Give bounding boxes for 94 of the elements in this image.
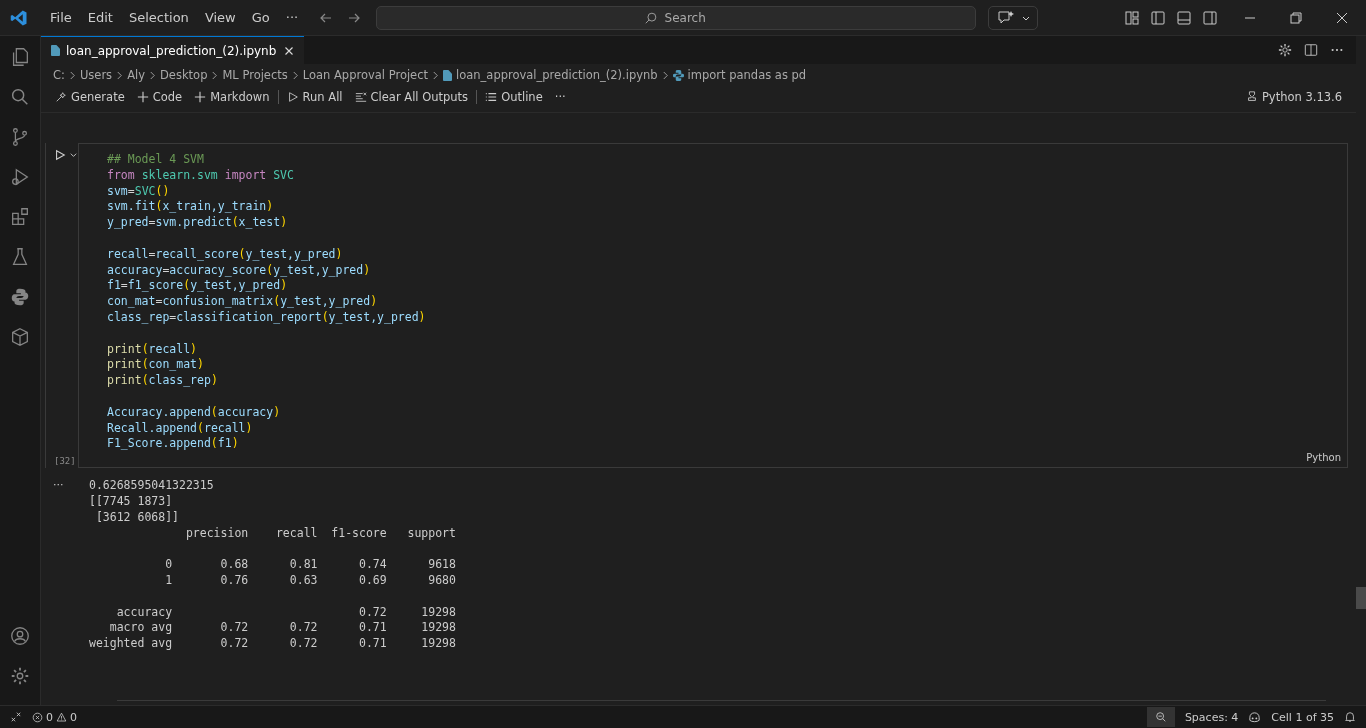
code-line: con_mat=confusion_matrix(y_test,y_pred)	[107, 294, 378, 309]
tab-label: loan_approval_prediction_(2).ipynb	[66, 43, 277, 58]
clear-list-icon	[354, 91, 367, 103]
code-line: class_rep=classification_report(y_test,y_pred)	[107, 309, 426, 324]
breadcrumb-item[interactable]: C:	[53, 68, 65, 82]
chat-button[interactable]	[988, 5, 1039, 30]
settings-icon[interactable]	[9, 665, 31, 687]
editor-tab[interactable]: loan_approval_prediction_(2).ipynb	[41, 36, 305, 64]
plus-icon	[194, 91, 207, 103]
bell-icon[interactable]	[1344, 711, 1356, 723]
secondary-sidebar-icon[interactable]	[1202, 9, 1218, 26]
code-line: Accuracy.append(accuracy)	[107, 404, 281, 419]
execution-count: [32]	[54, 456, 77, 467]
breadcrumb-item[interactable]: import pandas as pd	[687, 68, 807, 82]
breadcrumb-item[interactable]: Desktop	[160, 68, 208, 82]
plus-icon	[136, 91, 149, 103]
breadcrumb-item[interactable]: Loan Approval Project	[302, 68, 429, 82]
scrollbar-thumb[interactable]	[1356, 587, 1366, 609]
breadcrumb-item[interactable]: Users	[79, 68, 113, 82]
chevron-icon	[291, 70, 299, 80]
vscode-logo-icon	[10, 8, 28, 27]
code-cell[interactable]	[78, 143, 1348, 469]
menu-item[interactable]: Selection	[120, 10, 197, 25]
extensions-icon[interactable]	[9, 206, 31, 228]
code-line: print(class_rep)	[107, 373, 218, 388]
toolbar-button[interactable]: Markdown	[188, 88, 276, 106]
chevron-icon	[661, 70, 669, 80]
code-line: f1=f1_score(y_test,y_pred)	[107, 278, 288, 293]
menu-item[interactable]: File	[42, 10, 80, 25]
output-line: 1 0.76 0.63 0.69 9680	[164, 572, 456, 587]
layout-icon[interactable]	[1124, 9, 1140, 26]
code-line: print(recall)	[107, 341, 198, 356]
zoom-out-icon[interactable]	[1146, 707, 1175, 727]
code-line: ## Model 4 SVM	[107, 152, 204, 166]
output-line: 0 0.68 0.81 0.74 9618	[164, 557, 456, 572]
output-line: [3612 6068]]	[94, 509, 179, 524]
problems-indicator[interactable]: 0 0	[32, 710, 77, 724]
box-icon[interactable]	[9, 326, 31, 348]
menu-item[interactable]: Go	[243, 10, 278, 25]
panel-toggle-icon[interactable]	[1176, 9, 1192, 26]
list-icon	[485, 91, 498, 103]
breadcrumb-item[interactable]: ML Projects	[222, 68, 288, 82]
run-cell-icon[interactable]	[54, 149, 66, 161]
menu-item[interactable]: ···	[277, 10, 307, 25]
cell-language[interactable]: Python	[1306, 452, 1341, 464]
chevron-icon	[116, 70, 124, 80]
account-icon[interactable]	[9, 625, 31, 647]
chevron-icon	[68, 70, 76, 80]
output-menu[interactable]: ···	[53, 478, 89, 652]
toolbar-button[interactable]: Code	[130, 88, 189, 106]
indentation-status[interactable]: Spaces: 4	[1184, 710, 1239, 724]
python-icon	[672, 69, 684, 81]
more-button[interactable]: ···	[548, 88, 572, 106]
kernel-button[interactable]: Python 3.13.6	[1239, 88, 1348, 106]
output-line: precision recall f1-score support	[184, 525, 456, 540]
code-line: recall=recall_score(y_test,y_pred)	[107, 246, 343, 261]
output-line: 0.6268595041322315	[89, 478, 214, 493]
output-line: [[7745 1873]	[89, 493, 173, 508]
python-icon[interactable]	[9, 286, 31, 308]
output-line: weighted avg 0.72 0.72 0.71 19298	[89, 636, 456, 651]
chevron-icon	[432, 70, 440, 80]
toolbar-button[interactable]: Clear All Outputs	[348, 88, 475, 106]
search-icon	[644, 10, 659, 25]
menu-item[interactable]: Edit	[79, 10, 121, 25]
search-icon[interactable]	[9, 86, 31, 108]
chevron-icon	[149, 70, 156, 80]
search-field[interactable]: Search	[376, 5, 977, 30]
code-line: from sklearn.svm import SVC	[107, 167, 294, 182]
run-debug-icon[interactable]	[9, 166, 31, 188]
breadcrumb-item[interactable]: loan_approval_prediction_(2).ipynb	[456, 68, 658, 82]
breadcrumb-item[interactable]: Aly	[127, 68, 145, 82]
play-icon	[286, 91, 299, 103]
menu-item[interactable]: View	[196, 10, 244, 25]
chevron-down-icon[interactable]	[69, 150, 78, 160]
code-line: accuracy=accuracy_score(y_test,y_pred)	[107, 262, 371, 277]
restore-icon[interactable]	[1288, 9, 1304, 26]
code-line: print(con_mat)	[107, 357, 204, 372]
notebook-file-icon	[443, 69, 453, 81]
code-line: Recall.append(recall)	[107, 420, 253, 435]
toolbar-button[interactable]: Outline	[479, 88, 549, 106]
toolbar-button[interactable]: Generate	[49, 88, 131, 106]
split-editor-icon[interactable]	[1304, 43, 1318, 57]
settings-icon[interactable]	[1278, 43, 1292, 57]
toolbar-button[interactable]: Run All	[280, 88, 349, 106]
cell-position-status[interactable]: Cell 1 of 35	[1271, 710, 1334, 724]
output-line: macro avg 0.72 0.72 0.71 19298	[108, 620, 456, 635]
chevron-icon	[211, 70, 219, 80]
sidebar-toggle-icon[interactable]	[1150, 9, 1166, 26]
notebook-file-icon	[51, 45, 60, 56]
output-line: accuracy 0.72 19298	[115, 604, 456, 619]
code-line: F1_Score.append(f1)	[107, 436, 239, 451]
code-line: svm=SVC()	[107, 183, 170, 198]
code-line: y_pred=svm.predict(x_test)	[107, 215, 288, 230]
code-line: svm.fit(x_train,y_train)	[107, 199, 274, 214]
